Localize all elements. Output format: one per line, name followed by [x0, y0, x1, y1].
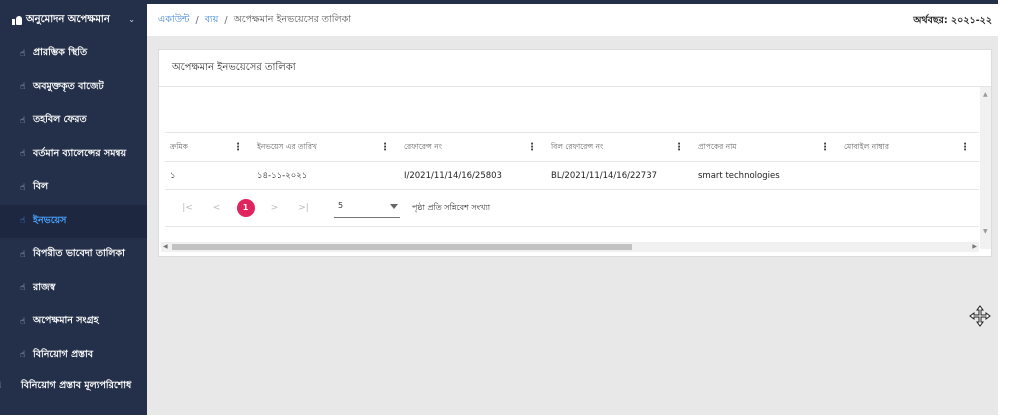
sidebar: অনুমোদন অপেক্ষমান ⌄ ☝ প্রারম্ভিক স্থিতি … — [0, 4, 147, 415]
sidebar-item-label: বিল — [33, 181, 49, 193]
sidebar-item-label: তহবিল ফেরত — [33, 114, 87, 126]
table-header: ক্রমিক ⋮ ইনভয়েস এর তারিখ ⋮ রেফারেন্স নং… — [165, 132, 979, 162]
column-header-label: ক্রমিক — [170, 142, 188, 151]
column-menu-icon[interactable]: ⋮ — [527, 142, 537, 153]
breadcrumb-separator: / — [195, 14, 199, 26]
sidebar-item-pending-collection[interactable]: ☝ অপেক্ষমান সংগ্রহ — [0, 305, 147, 339]
column-menu-icon[interactable]: ⋮ — [674, 142, 684, 153]
breadcrumb-separator: / — [224, 14, 228, 26]
sidebar-item-label: অবমুক্তকৃত বাজেট — [33, 80, 104, 92]
pointer-icon: ☝ — [20, 82, 26, 93]
sidebar-item-label: বিপরীত ভাবেদা তালিকা — [33, 248, 125, 260]
first-page-button[interactable]: |< — [173, 203, 202, 213]
sidebar-item-label: প্রারম্ভিক স্থিতি — [33, 47, 88, 59]
sidebar-item-released-budget[interactable]: ☝ অবমুক্তকৃত বাজেট — [0, 71, 147, 105]
column-header-serial: ক্রমিক ⋮ — [165, 133, 252, 163]
column-header-bill-reference-no: বিল রেফারেন্স নং ⋮ — [546, 133, 693, 163]
sidebar-item-revenue[interactable]: ☝ রাজস্ব — [0, 272, 147, 306]
rows-per-page-select[interactable]: 5 — [334, 198, 400, 218]
column-menu-icon[interactable]: ⋮ — [380, 142, 390, 153]
cell-recipient-name: smart technologies — [698, 171, 780, 181]
breadcrumb-account-link[interactable]: একাউন্ট — [158, 13, 190, 28]
sidebar-item-investment-payment[interactable]: ☝বিনিয়োগ প্রস্তাব মূল্যপরিশোধ — [0, 372, 147, 416]
pointer-icon: ☝ — [20, 115, 26, 126]
cell-serial: ১ — [170, 171, 176, 181]
page-1-button[interactable]: 1 — [231, 199, 260, 217]
sidebar-item-balance-adjustment[interactable]: ☝ বর্তমান ব্যালেন্সের সমন্বয় — [0, 138, 147, 172]
chevron-down-icon[interactable]: ⌄ — [128, 15, 135, 24]
rows-per-page-label: পৃষ্ঠা প্রতি সন্নিবেশ সংখ্যা — [412, 202, 491, 212]
scrollbar-thumb[interactable] — [172, 244, 632, 250]
card-title: অপেক্ষমান ইনভয়েসের তালিকা — [159, 50, 991, 87]
scroll-up-icon[interactable]: ▲ — [983, 91, 988, 98]
breadcrumb-expense-link[interactable]: ব্যয় — [205, 13, 219, 28]
sidebar-header[interactable]: অনুমোদন অপেক্ষমান ⌄ — [0, 4, 147, 37]
scroll-right-icon[interactable]: ▶ — [972, 243, 977, 250]
table-row[interactable]: ১ ১৪-১১-২০২১ I/2021/11/14/16/25803 BL/20… — [165, 162, 979, 190]
next-page-button[interactable]: > — [260, 203, 289, 213]
cell-mobile-number — [839, 162, 979, 190]
sidebar-item-label: বিনিয়োগ প্রস্তাব মূল্যপরিশোধ — [21, 380, 132, 391]
breadcrumb: একাউন্ট / ব্যয় / অপেক্ষমান ইনভয়েসের তা… — [147, 4, 998, 36]
scroll-down-icon[interactable]: ▼ — [983, 228, 988, 235]
column-header-mobile-number: মোবাইল নাম্বার ⋮ — [839, 133, 979, 163]
sidebar-item-investment-proposal[interactable]: ☝ বিনিয়োগ প্রস্তাব — [0, 339, 147, 373]
sidebar-item-label: বিনিয়োগ প্রস্তাব — [33, 348, 94, 360]
sidebar-item-invoice[interactable]: ☝ ইনভয়েস — [0, 204, 147, 238]
pointer-icon: ☝ — [0, 378, 18, 394]
pointer-icon: ☝ — [20, 149, 26, 160]
sidebar-item-label: অপেক্ষমান সংগ্রহ — [33, 315, 99, 327]
sidebar-item-fund-return[interactable]: ☝ তহবিল ফেরত — [0, 104, 147, 138]
page-number: 1 — [236, 199, 255, 217]
last-page-button[interactable]: >| — [289, 203, 318, 213]
invoice-table: ক্রমিক ⋮ ইনভয়েস এর তারিখ ⋮ রেফারেন্স নং… — [165, 132, 979, 227]
column-menu-icon[interactable]: ⋮ — [233, 142, 243, 153]
sidebar-item-label: বর্তমান ব্যালেন্সের সমন্বয় — [33, 147, 127, 159]
sidebar-header-label: অনুমোদন অপেক্ষমান — [26, 14, 110, 25]
column-header-recipient-name: প্রাপকের নাম ⋮ — [693, 133, 839, 163]
cell-invoice-date: ১৪-১১-২০২১ — [257, 171, 308, 181]
pending-invoice-card: অপেক্ষমান ইনভয়েসের তালিকা ▲ ▼ ক্রমিক ⋮ … — [158, 49, 992, 257]
sidebar-item-opening-balance[interactable]: ☝ প্রারম্ভিক স্থিতি — [0, 37, 147, 71]
pointer-icon: ☝ — [20, 316, 26, 327]
scroll-left-icon[interactable]: ◀ — [163, 243, 168, 250]
column-header-label: প্রাপকের নাম — [698, 142, 737, 151]
pointer-icon: ☝ — [20, 283, 26, 294]
rows-per-page-value: 5 — [338, 201, 344, 210]
pointer-icon: ☝ — [20, 182, 26, 193]
pointer-icon: ☝ — [20, 216, 26, 227]
pointer-icon: ☝ — [20, 350, 26, 361]
column-header-label: রেফারেন্স নং — [404, 142, 442, 151]
fiscal-year-label: অর্থবছর: ২০২১-২২ — [913, 15, 992, 26]
column-menu-icon[interactable]: ⋮ — [960, 142, 970, 153]
pointer-icon: ☝ — [20, 48, 26, 59]
sidebar-item-label: রাজস্ব — [33, 281, 56, 293]
breadcrumb-current: অপেক্ষমান ইনভয়েসের তালিকা — [233, 13, 351, 25]
pointer-icon: ☝ — [20, 249, 26, 260]
column-header-label: মোবাইল নাম্বার — [844, 142, 889, 151]
sidebar-item-bill[interactable]: ☝ বিল — [0, 171, 147, 205]
column-header-invoice-date: ইনভয়েস এর তারিখ ⋮ — [252, 133, 399, 163]
column-menu-icon[interactable]: ⋮ — [820, 142, 830, 153]
caret-down-icon — [390, 204, 398, 209]
prev-page-button[interactable]: < — [202, 203, 231, 213]
horizontal-scrollbar[interactable]: ◀ ▶ — [161, 242, 979, 252]
column-header-reference-no: রেফারেন্স নং ⋮ — [399, 133, 546, 163]
sidebar-item-reverse-list[interactable]: ☝ বিপরীত ভাবেদা তালিকা — [0, 238, 147, 272]
column-header-label: ইনভয়েস এর তারিখ — [257, 142, 317, 151]
sidebar-item-label: ইনভয়েস — [33, 214, 67, 226]
column-header-label: বিল রেফারেন্স নং — [551, 142, 604, 151]
vertical-scrollbar[interactable]: ▲ ▼ — [980, 87, 991, 249]
pagination: |< < 1 > >| 5 পৃষ্ঠা প্রতি সন্নিবেশ সংখ্… — [165, 190, 979, 227]
cell-bill-reference-no: BL/2021/11/14/16/22737 — [551, 171, 658, 181]
cell-reference-no: I/2021/11/14/16/25803 — [404, 171, 502, 181]
thumbs-up-icon — [12, 16, 22, 25]
move-cursor-icon — [969, 305, 991, 327]
